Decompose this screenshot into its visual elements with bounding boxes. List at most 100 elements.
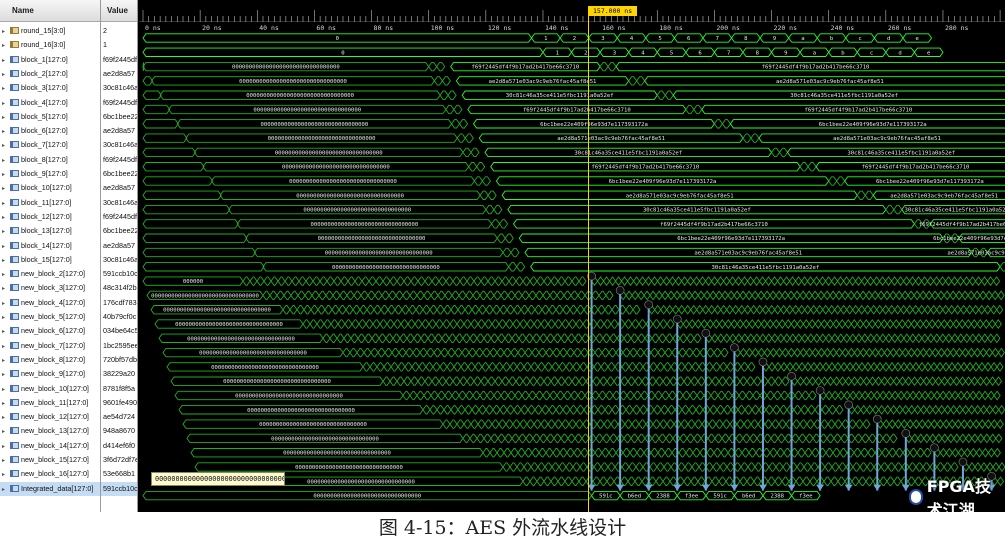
bus-transition: [359, 305, 368, 315]
signal-row[interactable]: ▸ block_8[127:0]: [0, 153, 100, 167]
signal-row[interactable]: ▸ new_block_11[127:0]: [0, 396, 100, 410]
signal-row[interactable]: ▸ block_11[127:0]: [0, 196, 100, 210]
expand-arrow-icon[interactable]: ▸: [2, 325, 10, 338]
signal-row[interactable]: ▸ new_block_14[127:0]: [0, 439, 100, 453]
time-cursor-label[interactable]: 157.000 ns: [588, 6, 638, 16]
signal-row[interactable]: ▸ round_16[3:0]: [0, 38, 100, 52]
expand-arrow-icon[interactable]: ▸: [2, 383, 10, 396]
signal-row[interactable]: ▸ block_13[127:0]: [0, 224, 100, 238]
bus-transition: [311, 290, 320, 301]
signal-row[interactable]: ▸ block_14[127:0]: [0, 239, 100, 253]
bus-transition: [955, 290, 963, 301]
expand-arrow-icon[interactable]: ▸: [2, 397, 10, 410]
expand-arrow-icon[interactable]: ▸: [2, 82, 10, 95]
name-column-header[interactable]: Name: [0, 0, 100, 22]
signal-row[interactable]: ▸ block_6[127:0]: [0, 124, 100, 138]
waveform-canvas[interactable]: 0 ns 20 ns 40 ns 60 ns 80 ns 100 ns 120 ns 140 …: [139, 0, 1005, 512]
expand-arrow-icon[interactable]: ▸: [2, 97, 10, 110]
expand-arrow-icon[interactable]: ▸: [2, 125, 10, 138]
expand-arrow-icon[interactable]: ▸: [2, 311, 10, 324]
expand-arrow-icon[interactable]: ▸: [2, 68, 10, 81]
expand-arrow-icon[interactable]: ▸: [2, 483, 10, 496]
expand-arrow-icon[interactable]: ▸: [2, 268, 10, 281]
bus-transition: [974, 404, 982, 415]
bus-transition: [329, 333, 338, 343]
signal-name: block_10[127:0]: [21, 183, 72, 193]
signal-row[interactable]: ▸ Integrated_data[127:0]: [0, 481, 100, 496]
bus-value-label: 2388: [656, 494, 670, 500]
bus-transition: [912, 361, 920, 372]
bus-transition: [726, 362, 735, 372]
expand-arrow-icon[interactable]: ▸: [2, 54, 10, 67]
expand-arrow-icon[interactable]: ▸: [2, 197, 10, 210]
signal-row[interactable]: ▸ block_4[127:0]: [0, 96, 100, 110]
expand-arrow-icon[interactable]: ▸: [2, 240, 10, 253]
expand-arrow-icon[interactable]: ▸: [2, 225, 10, 238]
time-cursor[interactable]: [588, 10, 589, 512]
bus-transition: [721, 119, 731, 129]
signal-row[interactable]: ▸ new_block_9[127:0]: [0, 367, 100, 381]
expand-arrow-icon[interactable]: ▸: [2, 211, 10, 224]
bus-transition: [715, 290, 723, 301]
bus-transition: [399, 333, 408, 343]
signal-row[interactable]: ▸ block_9[127:0]: [0, 167, 100, 181]
signal-row[interactable]: ▸ new_block_3[127:0]: [0, 281, 100, 295]
expand-arrow-icon[interactable]: ▸: [2, 368, 10, 381]
expand-arrow-icon[interactable]: ▸: [2, 297, 10, 310]
signal-value: 48c314f2b: [103, 283, 137, 293]
value-column-header[interactable]: Value: [101, 0, 137, 22]
signal-row[interactable]: ▸ new_block_6[127:0]: [0, 324, 100, 338]
bus-transition: [502, 247, 512, 258]
signal-row[interactable]: ▸ block_12[127:0]: [0, 210, 100, 224]
bus-transition: [519, 319, 528, 329]
signal-row[interactable]: ▸ new_block_12[127:0]: [0, 410, 100, 424]
bus-value-label: ae2d8a571e03ac9c9eb76fac45af8e51: [626, 193, 734, 199]
signal-row[interactable]: ▸ new_block_7[127:0]: [0, 339, 100, 353]
expand-arrow-icon[interactable]: ▸: [2, 468, 10, 481]
signal-row[interactable]: ▸ new_block_13[127:0]: [0, 424, 100, 438]
expand-arrow-icon[interactable]: ▸: [2, 254, 10, 267]
expand-arrow-icon[interactable]: ▸: [2, 111, 10, 124]
signal-row[interactable]: ▸ block_15[127:0]: [0, 253, 100, 267]
signal-row[interactable]: ▸ round_15[3:0]: [0, 24, 100, 38]
signal-row[interactable]: ▸ block_7[127:0]: [0, 138, 100, 152]
bus-transition: [889, 347, 897, 358]
expand-arrow-icon[interactable]: ▸: [2, 440, 10, 453]
expand-arrow-icon[interactable]: ▸: [2, 39, 10, 52]
signal-row[interactable]: ▸ block_1[127:0]: [0, 53, 100, 67]
signal-row[interactable]: ▸ new_block_10[127:0]: [0, 382, 100, 396]
signal-row[interactable]: ▸ new_block_16[127:0]: [0, 467, 100, 481]
bus-transition: [986, 276, 995, 287]
bus-transition: [608, 448, 617, 458]
signal-row[interactable]: ▸ new_block_8[127:0]: [0, 353, 100, 367]
bus-transition: [921, 333, 929, 344]
bus-transition: [569, 405, 578, 415]
signal-row[interactable]: ▸ block_10[127:0]: [0, 181, 100, 195]
expand-arrow-icon[interactable]: ▸: [2, 354, 10, 367]
expand-arrow-icon[interactable]: ▸: [2, 411, 10, 424]
expand-arrow-icon[interactable]: ▸: [2, 154, 10, 167]
signal-row[interactable]: ▸ block_5[127:0]: [0, 110, 100, 124]
bus-transition: [290, 290, 299, 301]
expand-arrow-icon[interactable]: ▸: [2, 182, 10, 195]
bus-transition: [469, 333, 478, 343]
bus-transition: [650, 347, 659, 358]
expand-arrow-icon[interactable]: ▸: [2, 425, 10, 438]
expand-arrow-icon[interactable]: ▸: [2, 25, 10, 38]
bus-transition: [916, 448, 925, 458]
signal-row[interactable]: ▸ new_block_15[127:0]: [0, 453, 100, 467]
expand-arrow-icon[interactable]: ▸: [2, 282, 10, 295]
signal-row[interactable]: ▸ block_2[127:0]: [0, 67, 100, 81]
expand-arrow-icon[interactable]: ▸: [2, 454, 10, 467]
signal-row[interactable]: ▸ new_block_4[127:0]: [0, 296, 100, 310]
signal-row[interactable]: ▸ block_3[127:0]: [0, 81, 100, 95]
bus-transition: [654, 304, 662, 315]
bus-transition: [665, 333, 674, 343]
expand-arrow-icon[interactable]: ▸: [2, 340, 10, 353]
signal-row[interactable]: ▸ new_block_2[127:0]: [0, 267, 100, 281]
expand-arrow-icon[interactable]: ▸: [2, 168, 10, 181]
signal-row[interactable]: ▸ new_block_5[127:0]: [0, 310, 100, 324]
bus-transition: [930, 361, 938, 372]
expand-arrow-icon[interactable]: ▸: [2, 139, 10, 152]
bus-transition: [502, 362, 511, 372]
